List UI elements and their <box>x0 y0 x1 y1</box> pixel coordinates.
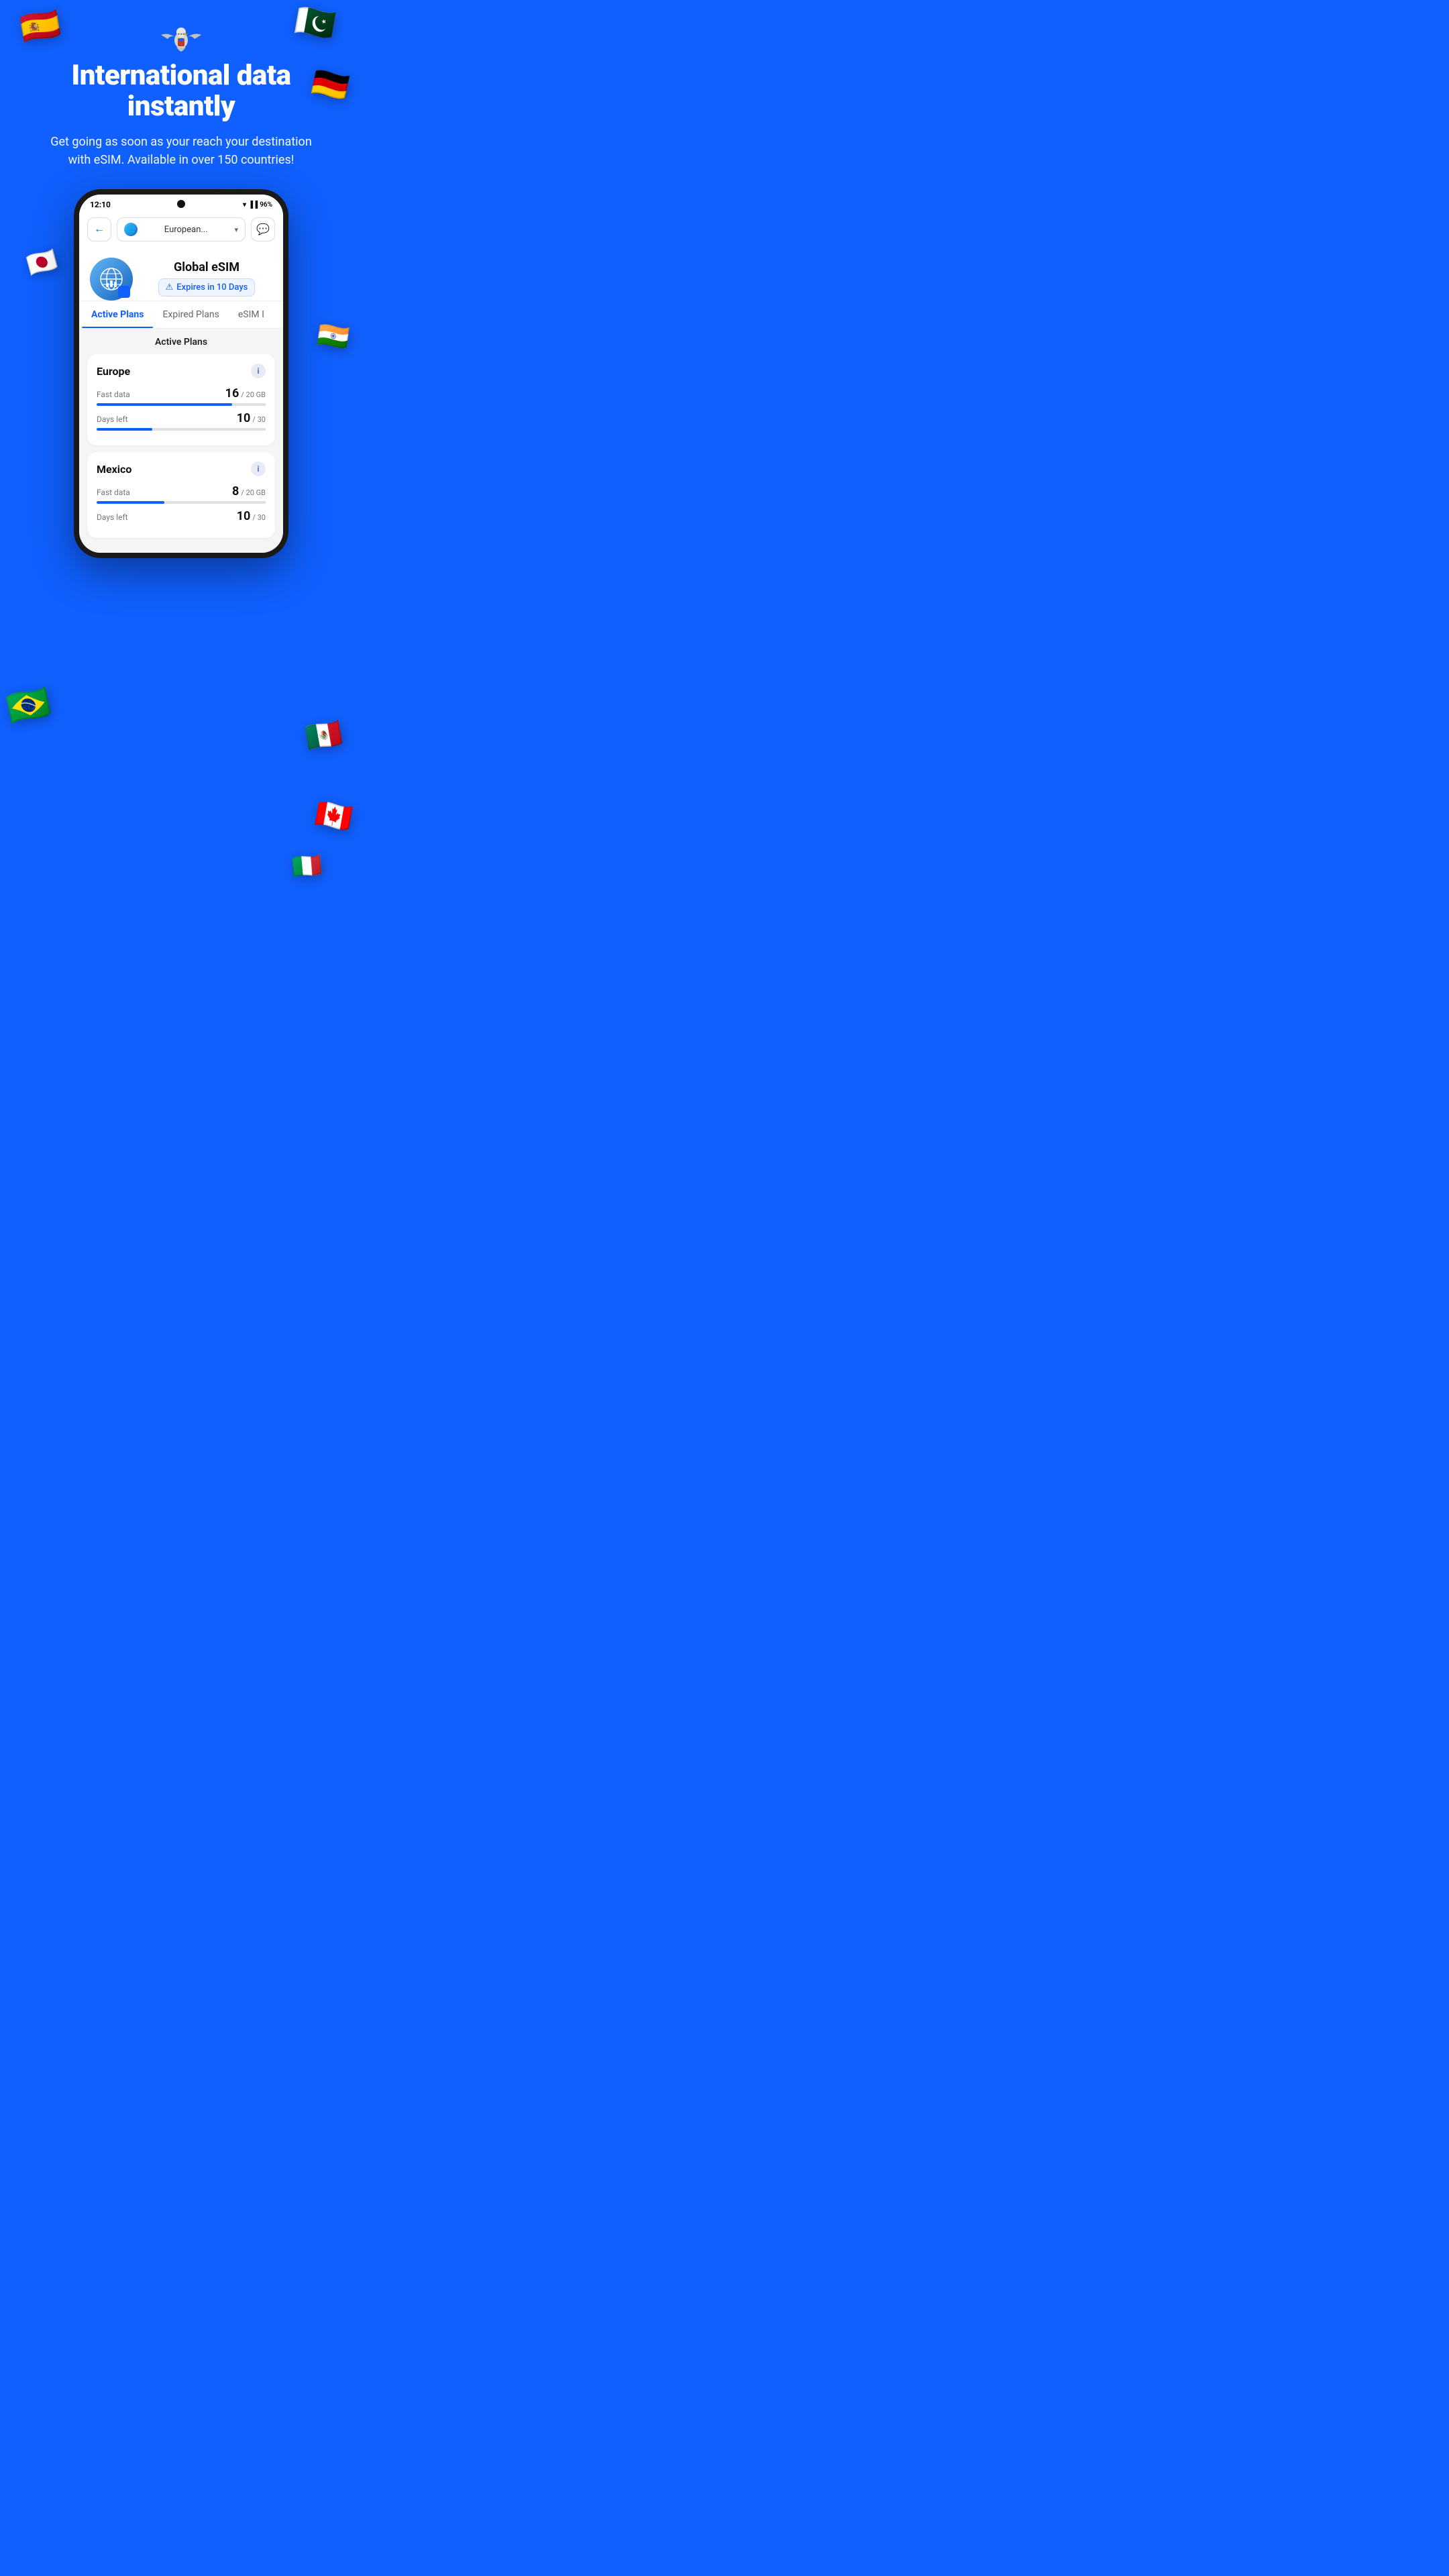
region-name: European... <box>142 225 230 235</box>
days-left-row-mexico: Days left 10 / 30 <box>97 509 266 523</box>
section-title-active-plans: Active Plans <box>87 337 275 347</box>
fast-data-label-mexico: Fast data <box>97 488 130 497</box>
battery-text: 96% <box>260 201 272 209</box>
tab-active-plans-label: Active Plans <box>91 309 144 320</box>
plan-header-europe: Europe i <box>97 364 266 378</box>
plan-name-mexico: Mexico <box>97 463 131 476</box>
days-left-row-europe: Days left 10 / 30 <box>97 411 266 431</box>
tab-esim-info[interactable]: eSIM I <box>229 301 274 328</box>
flag-italy: 🇮🇹 <box>290 851 323 882</box>
fast-data-label-row-europe: Fast data 16 / 20 GB <box>97 386 266 400</box>
flag-brazil: 🇧🇷 <box>3 681 54 730</box>
tabs-container: Active Plans Expired Plans eSIM I <box>79 301 283 329</box>
flag-canada: 🇨🇦 <box>313 796 355 837</box>
status-icons: ▾ ▐▐ 96% <box>243 201 272 209</box>
fast-data-label-europe: Fast data <box>97 390 130 399</box>
hero-title: International data instantly <box>20 60 342 122</box>
back-arrow-icon: ← <box>94 223 105 235</box>
hero-section: 🇪🇸 🇵🇰 🇩🇪 🇨🇳 🇯🇵 🇮🇳 ★★★ International data… <box>0 0 362 578</box>
flag-germany: 🇩🇪 <box>309 64 352 105</box>
tab-esim-info-label: eSIM I <box>238 309 264 320</box>
profile-info: Global eSIM ⚠ Expires in 10 Days <box>141 258 272 297</box>
days-left-label-row-europe: Days left 10 / 30 <box>97 411 266 425</box>
hero-subtitle: Get going as soon as your reach your des… <box>47 133 315 169</box>
app-header: ← 🌐 European... ▾ 💬 <box>79 212 283 250</box>
tab-expired-plans-label: Expired Plans <box>162 309 219 320</box>
fast-data-value-europe: 16 / 20 GB <box>225 386 266 400</box>
wifi-icon: ▾ <box>243 201 246 209</box>
info-icon-mexico[interactable]: i <box>251 462 266 476</box>
days-left-label-row-mexico: Days left 10 / 30 <box>97 509 266 523</box>
flag-spain: 🇪🇸 <box>17 3 64 48</box>
plan-card-europe: Europe i Fast data 16 / 20 GB <box>87 354 275 445</box>
tab-expired-plans[interactable]: Expired Plans <box>153 301 228 328</box>
fast-data-progress-europe <box>97 403 266 406</box>
profile-section: Global eSIM ⚠ Expires in 10 Days <box>79 250 283 301</box>
fast-data-row-europe: Fast data 16 / 20 GB <box>97 386 266 406</box>
tab-active-plans[interactable]: Active Plans <box>82 301 153 328</box>
fast-data-fill-europe <box>97 403 232 406</box>
days-left-value-europe: 10 / 30 <box>237 411 266 425</box>
globe-data-icon <box>99 267 123 291</box>
info-icon-europe[interactable]: i <box>251 364 266 378</box>
plan-header-mexico: Mexico i <box>97 462 266 476</box>
eagle-logo: ★★★ <box>154 20 208 54</box>
profile-name: Global eSIM <box>141 260 272 274</box>
plan-card-mexico: Mexico i Fast data 8 / 20 GB <box>87 452 275 538</box>
bottom-bar <box>0 578 362 592</box>
fast-data-fill-mexico <box>97 501 164 504</box>
back-button[interactable]: ← <box>87 217 111 241</box>
chat-button[interactable]: 💬 <box>251 217 275 241</box>
days-left-label-europe: Days left <box>97 415 128 424</box>
fast-data-progress-mexico <box>97 501 266 504</box>
chat-icon: 💬 <box>256 223 270 236</box>
warning-icon: ⚠ <box>166 282 174 292</box>
fast-data-value-mexico: 8 / 20 GB <box>232 484 266 498</box>
status-time: 12:10 <box>90 200 111 209</box>
flag-mexico-flag: 🇲🇽 <box>303 715 345 756</box>
expires-text: Expires in 10 Days <box>176 282 248 292</box>
region-selector[interactable]: 🌐 European... ▾ <box>117 217 246 241</box>
camera-notch <box>177 200 185 208</box>
days-left-label-mexico: Days left <box>97 513 128 522</box>
status-bar: 12:10 ▾ ▐▐ 96% <box>79 195 283 212</box>
content-area: Active Plans Europe i Fast data 16 <box>79 329 283 553</box>
fast-data-label-row-mexico: Fast data 8 / 20 GB <box>97 484 266 498</box>
phone-frame: 12:10 ▾ ▐▐ 96% ← 🌐 European... <box>74 189 288 558</box>
phone-screen: 12:10 ▾ ▐▐ 96% ← 🌐 European... <box>79 195 283 553</box>
plan-name-europe: Europe <box>97 365 130 378</box>
fast-data-row-mexico: Fast data 8 / 20 GB <box>97 484 266 504</box>
chevron-down-icon: ▾ <box>234 225 238 234</box>
phone-mockup: 12:10 ▾ ▐▐ 96% ← 🌐 European... <box>20 189 342 558</box>
globe-icon: 🌐 <box>124 223 138 236</box>
signal-icon: ▐▐ <box>248 201 258 209</box>
days-left-progress-europe <box>97 428 266 431</box>
days-left-fill-europe <box>97 428 152 431</box>
flag-pakistan: 🇵🇰 <box>292 0 339 45</box>
svg-text:★★★: ★★★ <box>178 32 185 36</box>
days-left-value-mexico: 10 / 30 <box>237 509 266 523</box>
profile-avatar <box>90 258 133 301</box>
expires-badge: ⚠ Expires in 10 Days <box>158 278 256 297</box>
